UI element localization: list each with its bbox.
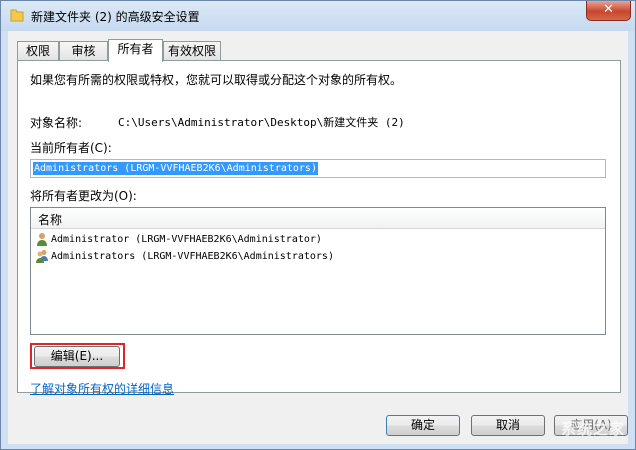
title-bar[interactable]: 新建文件夹 (2) 的高级安全设置 ✕ — [1, 1, 635, 31]
ownership-info-link[interactable]: 了解对象所有权的详细信息 — [30, 380, 174, 397]
edit-button[interactable]: 编辑(E)... — [34, 346, 120, 367]
list-item-label: Administrator (LRGM-VVFHAEB2K6\Administr… — [51, 234, 322, 245]
change-owner-label: 将所有者更改为(O): — [30, 189, 137, 203]
group-icon — [36, 250, 48, 263]
tab-effective-permissions[interactable]: 有效权限 — [163, 41, 221, 60]
dialog-button-bar: 确定 取消 应用(A) — [8, 399, 628, 444]
current-owner-field[interactable]: Administrators (LRGM-VVFHAEB2K6\Administ… — [30, 159, 606, 178]
close-button[interactable]: ✕ — [586, 1, 631, 21]
tab-auditing[interactable]: 审核 — [59, 41, 108, 60]
watermark-logo: 系统之家 — [560, 420, 625, 438]
column-name-header: 名称 — [38, 213, 63, 227]
owner-list[interactable]: 名称 Administrator (LRGM-VVFHAEB2K6\Admini… — [30, 207, 606, 335]
folder-icon — [10, 9, 24, 22]
list-item-administrators[interactable]: Administrators (LRGM-VVFHAEB2K6\Administ… — [35, 248, 334, 265]
intro-text: 如果您有所需的权限或特权，您就可以取得或分配这个对象的所有权。 — [30, 73, 403, 87]
dialog-client: 权限 审核 所有者 有效权限 如果您有所需的权限或特权，您就可以取得或分配这个对… — [8, 31, 628, 444]
list-item-label: Administrators (LRGM-VVFHAEB2K6\Administ… — [51, 251, 334, 262]
list-item-administrator[interactable]: Administrator (LRGM-VVFHAEB2K6\Administr… — [35, 231, 322, 248]
window-title: 新建文件夹 (2) 的高级安全设置 — [31, 10, 200, 24]
user-icon — [37, 233, 47, 246]
ok-button[interactable]: 确定 — [386, 415, 460, 436]
current-owner-value: Administrators (LRGM-VVFHAEB2K6\Administ… — [33, 162, 318, 175]
object-name-label: 对象名称: — [30, 116, 83, 130]
tab-owner[interactable]: 所有者 — [108, 39, 163, 62]
tab-permissions[interactable]: 权限 — [17, 41, 59, 60]
close-icon: ✕ — [603, 2, 614, 17]
list-column-header[interactable]: 名称 — [31, 208, 605, 229]
current-owner-label: 当前所有者(C): — [30, 141, 112, 155]
object-name-value: C:\Users\Administrator\Desktop\新建文件夹 (2) — [118, 116, 405, 129]
dialog-window: 新建文件夹 (2) 的高级安全设置 ✕ 权限 审核 所有者 有效权限 如果您有所… — [0, 0, 636, 450]
owner-tab-panel: 如果您有所需的权限或特权，您就可以取得或分配这个对象的所有权。 对象名称: C:… — [17, 60, 621, 396]
cancel-button[interactable]: 取消 — [471, 415, 545, 436]
